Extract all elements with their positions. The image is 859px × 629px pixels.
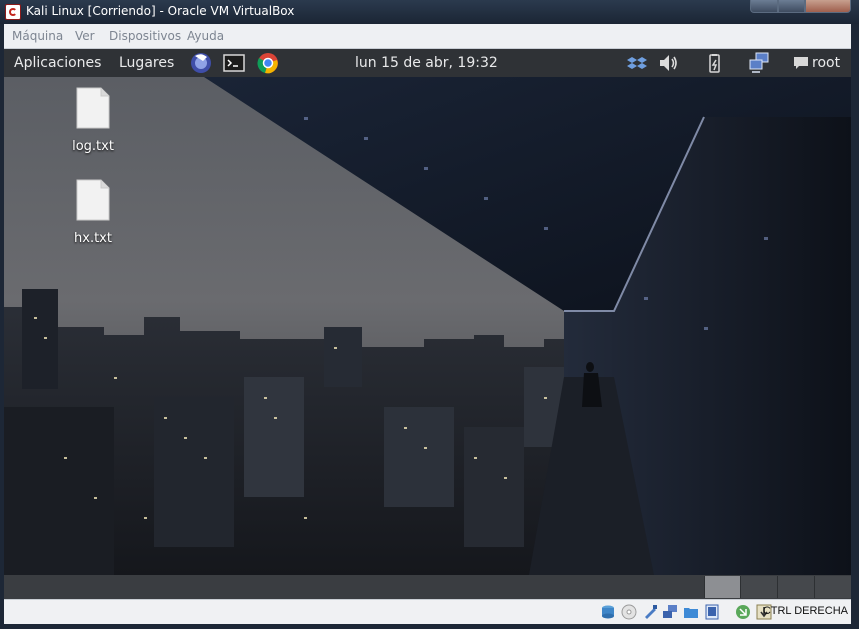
desktop-file-hx[interactable]: hx.txt	[58, 179, 128, 246]
desktop-file-log[interactable]: log.txt	[58, 87, 128, 154]
guest-screen[interactable]: Aplicaciones Lugares lun 15 de abr, 19:3…	[4, 49, 851, 599]
vbox-menubar: Máquina Ver Dispositivos Ayuda	[4, 24, 851, 49]
workspace-3[interactable]	[777, 576, 815, 598]
clock[interactable]: lun 15 de abr, 19:32	[355, 55, 498, 71]
vbox-statusbar: CTRL DERECHA	[4, 599, 851, 625]
network-icon[interactable]	[748, 52, 770, 74]
close-button[interactable]	[805, 0, 851, 13]
places-menu[interactable]: Lugares	[119, 55, 174, 71]
gnome-top-panel: Aplicaciones Lugares lun 15 de abr, 19:3…	[4, 49, 851, 77]
window-frame-right	[851, 24, 859, 629]
display-icon[interactable]	[704, 604, 720, 620]
desktop-file-label: hx.txt	[74, 231, 112, 246]
dropbox-icon[interactable]	[626, 52, 648, 74]
hard-disk-icon[interactable]	[600, 604, 616, 620]
text-file-icon	[76, 87, 110, 129]
bottom-panel	[4, 575, 851, 599]
virtualbox-app-icon	[5, 4, 21, 20]
menu-devices[interactable]: Dispositivos	[109, 29, 181, 43]
terminal-icon[interactable]	[223, 52, 245, 74]
desktop-file-label: log.txt	[72, 139, 114, 154]
desktop-wallpaper	[4, 77, 851, 575]
text-file-icon	[76, 179, 110, 221]
workspace-2[interactable]	[740, 576, 778, 598]
workspace-1[interactable]	[704, 576, 741, 598]
minimize-button[interactable]	[750, 0, 778, 13]
applications-menu[interactable]: Aplicaciones	[14, 55, 101, 71]
menu-help[interactable]: Ayuda	[187, 29, 224, 43]
volume-icon[interactable]	[657, 52, 679, 74]
menu-view[interactable]: Ver	[75, 29, 95, 43]
network-adapter-icon[interactable]	[662, 604, 678, 620]
window-titlebar[interactable]: Kali Linux [Corriendo] - Oracle VM Virtu…	[0, 0, 859, 24]
user-menu[interactable]: root	[812, 55, 840, 71]
optical-drive-icon[interactable]	[621, 604, 637, 620]
chrome-icon[interactable]	[257, 52, 279, 74]
host-key-label: CTRL DERECHA	[762, 605, 848, 617]
usb-icon[interactable]	[642, 604, 658, 620]
shared-folder-icon[interactable]	[683, 604, 699, 620]
workspace-4[interactable]	[814, 576, 851, 598]
window-frame-bottom	[0, 624, 859, 629]
iceweasel-icon[interactable]	[190, 52, 212, 74]
mouse-integration-icon[interactable]	[735, 604, 751, 620]
window-title: Kali Linux [Corriendo] - Oracle VM Virtu…	[26, 4, 295, 18]
battery-icon[interactable]	[704, 52, 726, 74]
maximize-button[interactable]	[778, 0, 805, 13]
menu-machine[interactable]: Máquina	[12, 29, 63, 43]
chat-bubble-icon[interactable]	[790, 52, 812, 74]
